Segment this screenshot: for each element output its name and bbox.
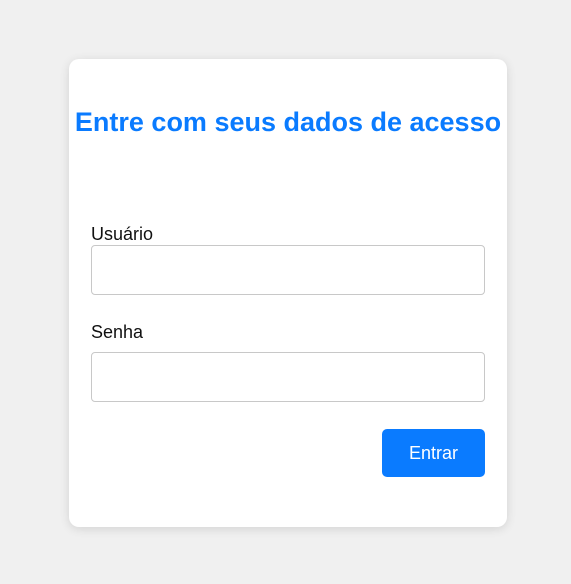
password-label: Senha — [91, 322, 144, 342]
username-input[interactable] — [91, 245, 485, 295]
login-card: Entre com seus dados de acesso Usuário S… — [69, 59, 507, 527]
login-submit-button[interactable]: Entrar — [382, 429, 485, 477]
login-title: Entre com seus dados de acesso — [74, 107, 502, 137]
password-input[interactable] — [91, 352, 485, 402]
username-label: Usuário — [91, 224, 154, 244]
